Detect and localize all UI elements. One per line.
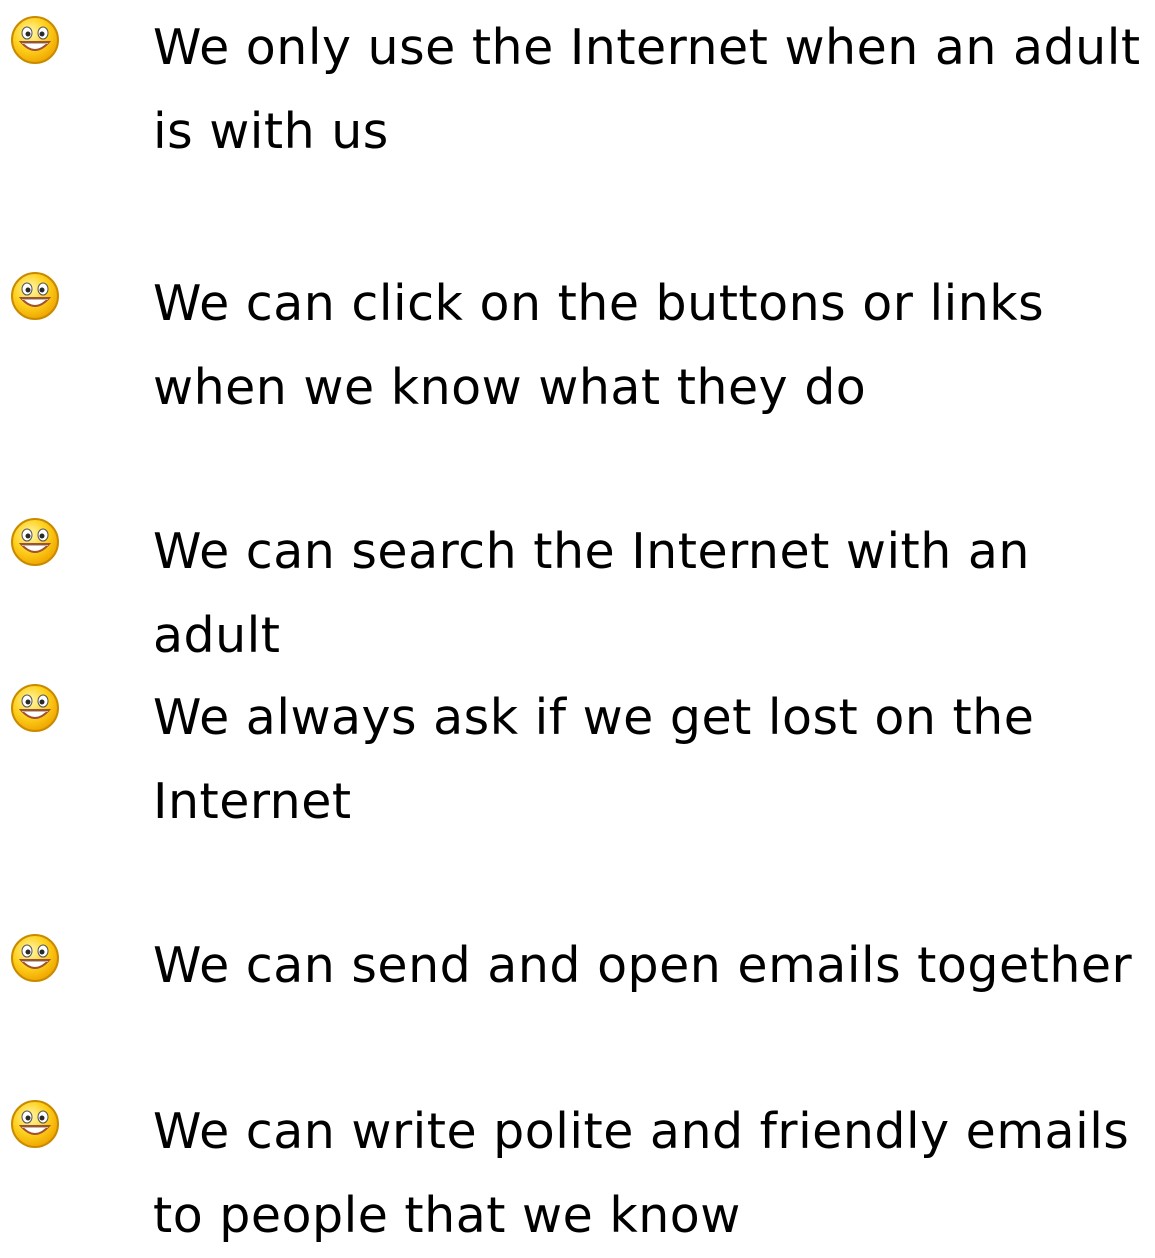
rule-text: We can click on the buttons or links whe… [153,275,1045,416]
rule-text: We can search the Internet with an adult [153,523,1030,664]
rule-text: We always ask if we get lost on the Inte… [153,689,1035,830]
rule-text: We can send and open emails together [153,937,1133,994]
smiley-icon [11,684,59,732]
smiley-icon [11,518,59,566]
rule-text: We can write polite and friendly emails … [153,1103,1130,1244]
smiley-icon [11,16,59,64]
rule-text: We only use the Internet when an adult i… [153,19,1141,160]
smiley-icon [11,272,59,320]
smiley-icon [11,1100,59,1148]
smiley-icon [11,934,59,982]
